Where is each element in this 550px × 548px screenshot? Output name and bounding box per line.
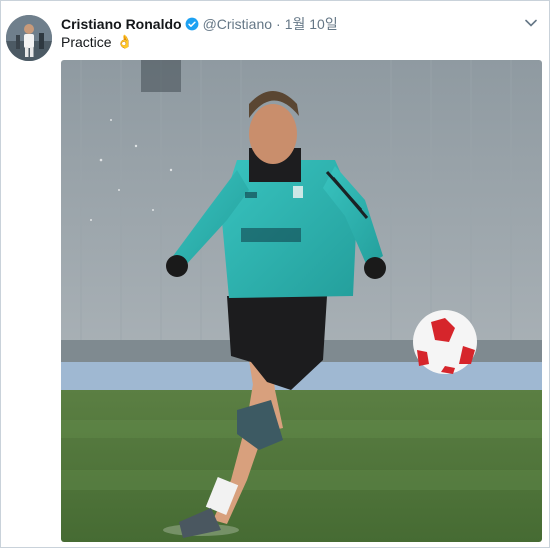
user-handle[interactable]: @Cristiano bbox=[203, 16, 272, 32]
verified-badge-icon bbox=[185, 17, 199, 31]
tweet-menu-button[interactable] bbox=[523, 15, 539, 31]
player-kicking-ball-photo bbox=[61, 60, 542, 542]
chevron-down-icon bbox=[525, 19, 537, 27]
avatar[interactable] bbox=[6, 15, 52, 61]
header-separator: · bbox=[276, 16, 281, 32]
tweet-text: Practice 👌 bbox=[61, 34, 133, 50]
avatar-photo bbox=[6, 15, 52, 61]
ok-hand-emoji: 👌 bbox=[116, 34, 133, 49]
tweet-body: Practice bbox=[61, 34, 112, 50]
tweet-header: Cristiano Ronaldo @Cristiano · 1월 10일 bbox=[61, 15, 509, 33]
tweet-card: Cristiano Ronaldo @Cristiano · 1월 10일 Pr… bbox=[0, 0, 550, 548]
tweet-media-photo[interactable] bbox=[61, 60, 542, 542]
display-name[interactable]: Cristiano Ronaldo bbox=[61, 16, 182, 32]
tweet-date[interactable]: 1월 10일 bbox=[285, 14, 338, 34]
